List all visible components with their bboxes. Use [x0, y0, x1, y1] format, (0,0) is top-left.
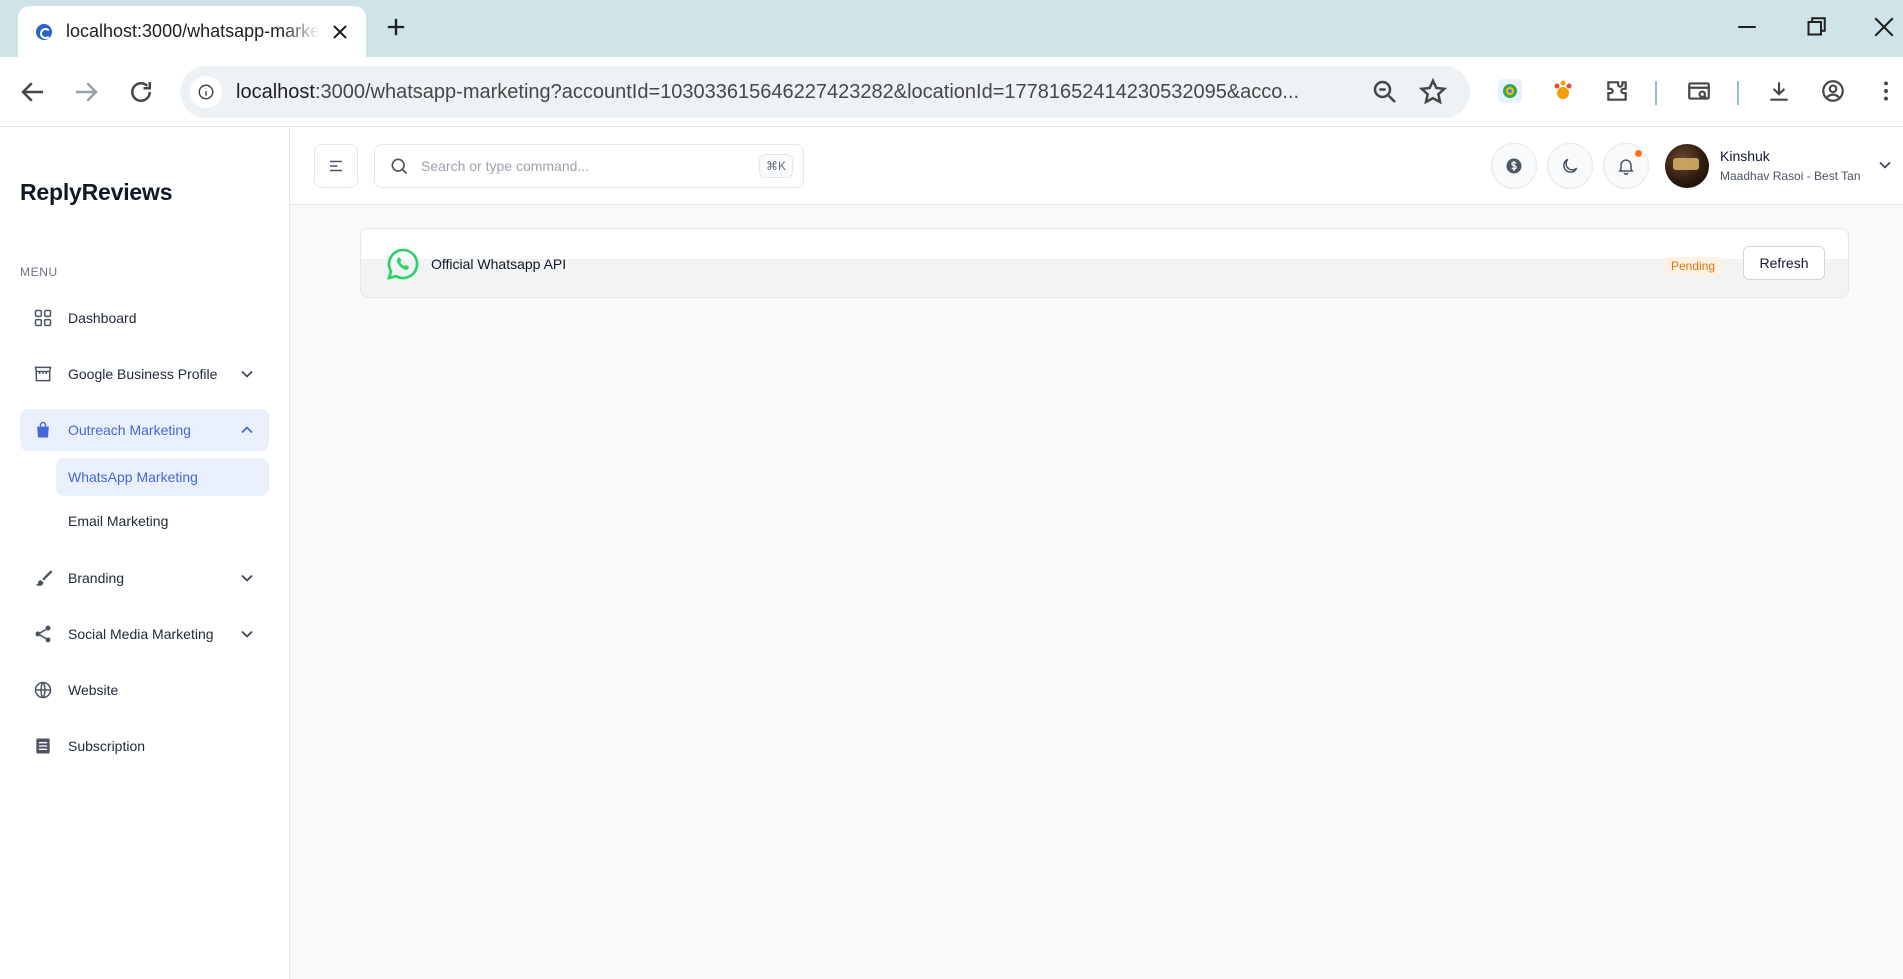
tab-title: localhost:3000/whatsapp-marketing: [66, 21, 320, 41]
close-window-icon[interactable]: [1869, 12, 1899, 42]
browser-tab-strip: localhost:3000/whatsapp-marketing: [0, 0, 1903, 57]
search-icon: [391, 158, 408, 175]
chevron-up-icon[interactable]: [237, 420, 257, 440]
browser-toolbar: localhost:3000/whatsapp-marketing?accoun…: [0, 57, 1903, 127]
extension-paw-icon[interactable]: [1546, 74, 1580, 108]
menu-icon: [330, 160, 342, 172]
brand-logo[interactable]: ReplyReviews: [20, 179, 172, 206]
site-info-icon[interactable]: [190, 76, 222, 108]
sidebar-item-website[interactable]: Website: [20, 669, 269, 711]
sidebar-item-dashboard[interactable]: Dashboard: [20, 297, 269, 339]
grid-icon: [32, 307, 54, 329]
share-icon: [32, 623, 54, 645]
url-text[interactable]: localhost:3000/whatsapp-marketing?accoun…: [236, 81, 1356, 104]
sidebar-item-label: Dashboard: [68, 310, 137, 326]
shopping-bag-icon: [32, 419, 54, 441]
sidebar-subitem-email-marketing[interactable]: Email Marketing: [56, 502, 269, 540]
whatsapp-icon: [387, 248, 419, 280]
minimize-icon[interactable]: [1732, 12, 1762, 42]
sidebar-subitem-label: Email Marketing: [68, 513, 169, 529]
credits-button[interactable]: [1491, 143, 1537, 189]
document-list-icon: [32, 735, 54, 757]
back-icon[interactable]: [18, 77, 48, 107]
sidebar-item-label: Website: [68, 682, 119, 698]
forward-icon[interactable]: [71, 77, 101, 107]
refresh-button[interactable]: Refresh: [1743, 246, 1825, 280]
user-name[interactable]: Kinshuk: [1720, 148, 1770, 164]
bookmark-star-icon[interactable]: [1418, 77, 1448, 107]
extensions-puzzle-icon[interactable]: [1600, 74, 1634, 108]
status-badge: Pending: [1664, 257, 1723, 275]
app-header: ⌘K Kinshuk Maadhav Rasoi - Best Tan...: [290, 127, 1903, 205]
sidebar-item-branding[interactable]: Branding: [20, 557, 269, 599]
sidebar-item-outreach-marketing[interactable]: Outreach Marketing: [20, 409, 269, 451]
card-title: Official Whatsapp API: [431, 256, 567, 272]
notifications-button[interactable]: [1603, 143, 1649, 189]
card-footer-band: [361, 259, 1848, 297]
user-location[interactable]: Maadhav Rasoi - Best Tan...: [1720, 169, 1860, 183]
sidebar-item-label: Social Media Marketing: [68, 626, 214, 642]
chevron-down-icon[interactable]: [237, 568, 257, 588]
app-sidebar: ReplyReviews MENU Dashboard Google Busin…: [0, 127, 290, 979]
browser-tab[interactable]: localhost:3000/whatsapp-marketing: [18, 6, 366, 57]
url-path: :3000/whatsapp-marketing?accountId=10303…: [314, 80, 1300, 103]
search-input[interactable]: [421, 158, 741, 174]
address-bar[interactable]: localhost:3000/whatsapp-marketing?accoun…: [180, 66, 1470, 118]
tab-search-icon[interactable]: [1682, 74, 1716, 108]
sidebar-item-subscription[interactable]: Subscription: [20, 725, 269, 767]
browser-menu-icon[interactable]: [1869, 74, 1903, 108]
sidebar-subitem-label: WhatsApp Marketing: [68, 469, 198, 485]
keyboard-shortcut-badge: ⌘K: [758, 154, 793, 178]
sidebar-item-google-business-profile[interactable]: Google Business Profile: [20, 353, 269, 395]
sidebar-item-label: Branding: [68, 570, 125, 586]
url-host: localhost: [236, 80, 315, 103]
sidebar-item-label: Google Business Profile: [68, 366, 218, 382]
search-box[interactable]: ⌘K: [374, 144, 804, 188]
sidebar-toggle-button[interactable]: [314, 144, 358, 188]
new-tab-icon[interactable]: [382, 13, 410, 41]
profile-icon[interactable]: [1816, 74, 1850, 108]
site-favicon-icon: [36, 23, 52, 40]
toolbar-separator: [1655, 81, 1657, 105]
sidebar-item-social-media-marketing[interactable]: Social Media Marketing: [20, 613, 269, 655]
sidebar-item-label: Subscription: [68, 738, 146, 754]
menu-label: MENU: [20, 265, 58, 279]
store-icon: [32, 363, 54, 385]
chevron-down-icon[interactable]: [237, 364, 257, 384]
bell-icon: [1618, 159, 1634, 176]
sidebar-subitem-whatsapp-marketing[interactable]: WhatsApp Marketing: [56, 458, 269, 496]
close-tab-icon[interactable]: [328, 20, 352, 44]
reload-icon[interactable]: [126, 77, 156, 107]
chevron-down-icon[interactable]: [237, 624, 257, 644]
chevron-down-icon[interactable]: [1875, 155, 1895, 175]
whatsapp-api-card: Official Whatsapp API Pending Refresh: [360, 228, 1849, 298]
dollar-icon: [1506, 158, 1522, 174]
moon-icon: [1563, 158, 1578, 173]
restore-icon[interactable]: [1801, 12, 1831, 42]
download-icon[interactable]: [1762, 74, 1796, 108]
toolbar-separator: [1737, 81, 1739, 105]
notification-dot: [1634, 149, 1643, 158]
sidebar-item-label: Outreach Marketing: [68, 422, 191, 438]
extension-maps-icon[interactable]: [1493, 74, 1527, 108]
brush-icon: [32, 567, 54, 589]
avatar[interactable]: [1665, 144, 1709, 188]
globe-icon: [32, 679, 54, 701]
zoom-icon[interactable]: [1370, 77, 1400, 107]
dark-mode-toggle[interactable]: [1547, 143, 1593, 189]
